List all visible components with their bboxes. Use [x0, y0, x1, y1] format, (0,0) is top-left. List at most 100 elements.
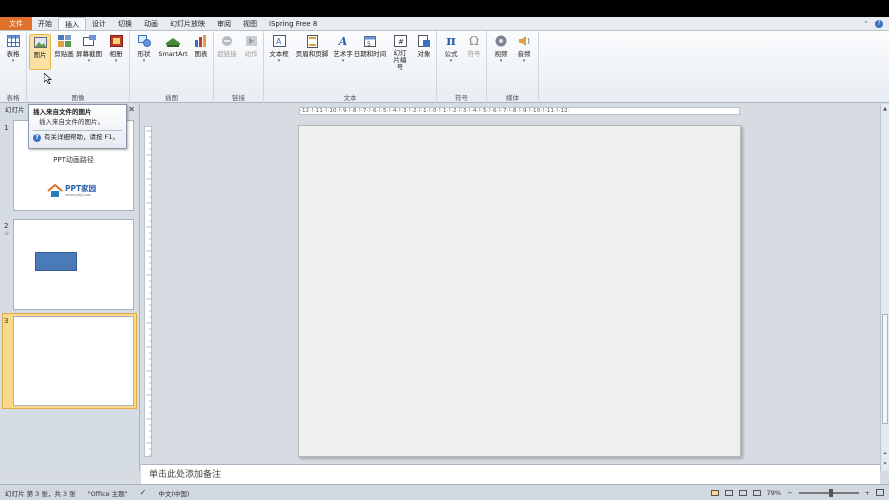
slide-title-text: PPT动画路径: [53, 156, 94, 164]
zoom-slider[interactable]: [798, 488, 859, 497]
ribbon-tabs: 文件 开始 插入 设计 切换 动画 幻灯片放映 审阅 视图 iSpring Fr…: [0, 17, 889, 31]
fit-slide-icon[interactable]: [876, 489, 884, 496]
slideshow-icon[interactable]: [752, 489, 761, 496]
header-footer-button[interactable]: 页眉和页脚: [294, 34, 330, 58]
video-icon: [494, 34, 508, 48]
logo-text: PPT家园: [65, 184, 97, 193]
ribbon: 表格 ▾ 表格 图片 剪贴画 屏幕截图 ▾ 相册 ▾ 图像 形状 ▾ Smart…: [0, 31, 889, 103]
slide-thumbnail-2[interactable]: [13, 219, 134, 310]
tooltip-divider: [33, 130, 122, 131]
audio-icon: [517, 34, 531, 48]
house-logo-icon: [47, 184, 63, 197]
notes-placeholder: 单击此处添加备注: [149, 470, 222, 480]
tab-home[interactable]: 开始: [32, 17, 58, 30]
action-button[interactable]: 动作: [240, 34, 262, 58]
scroll-up-icon[interactable]: ▲: [881, 106, 889, 112]
slide-number-icon: #: [393, 34, 407, 48]
notes-pane[interactable]: 单击此处添加备注: [141, 464, 880, 484]
minimize-ribbon-icon[interactable]: ⌃: [863, 20, 869, 28]
theme-status: "Office 主题": [87, 489, 128, 498]
audio-button[interactable]: 音频 ▾: [513, 34, 535, 64]
slide-number: 2: [4, 222, 9, 230]
spellcheck-icon[interactable]: ✓: [140, 488, 147, 497]
screenshot-icon: [82, 34, 96, 48]
zoom-out-icon[interactable]: −: [787, 489, 792, 497]
normal-view-icon[interactable]: [710, 489, 719, 496]
zoom-in-icon[interactable]: +: [865, 489, 870, 497]
textbox-button[interactable]: A 文本框 ▾: [267, 34, 291, 64]
status-bar: 幻灯片 第 3 张，共 3 张 "Office 主题" ✓ 中文(中国) 79%…: [0, 484, 889, 500]
clipart-button[interactable]: 剪贴画: [53, 34, 75, 58]
tooltip: 插入来自文件的图片 插入来自文件的图片。 ? 有关详细帮助，请按 F1。: [28, 104, 127, 149]
tooltip-title: 插入来自文件的图片: [33, 108, 92, 116]
slide-thumbnail-3[interactable]: [13, 316, 134, 406]
tooltip-description: 插入来自文件的图片。: [39, 118, 104, 126]
dropdown-icon: ▾: [449, 58, 453, 64]
symbol-button[interactable]: Ω 符号: [463, 34, 485, 58]
slide-canvas[interactable]: [298, 125, 741, 457]
tab-insert[interactable]: 插入: [58, 17, 86, 30]
tab-ispring[interactable]: iSpring Free 8: [263, 17, 323, 30]
dropdown-icon: ▾: [277, 58, 281, 64]
tab-transitions[interactable]: 切换: [112, 17, 138, 30]
album-button[interactable]: 相册 ▾: [105, 34, 127, 64]
tab-animations[interactable]: 动画: [138, 17, 164, 30]
zoom-level[interactable]: 79%: [767, 489, 781, 497]
slides-panel-title: 幻灯片: [5, 106, 25, 114]
shapes-icon: [137, 34, 151, 48]
group-text: A 文本框 ▾ 页眉和页脚 A 艺术字 ▾ 5 日期和时间 # 幻灯片编号 对象…: [264, 31, 437, 103]
tab-review[interactable]: 审阅: [211, 17, 237, 30]
picture-icon: [33, 35, 47, 49]
group-links: 超链接 动作 链接: [214, 31, 264, 103]
object-button[interactable]: 对象: [413, 34, 435, 58]
group-illustrations: 形状 ▾ SmartArt 图表 插图: [130, 31, 214, 103]
group-tables: 表格 ▾ 表格: [0, 31, 27, 103]
rectangle-shape: [35, 252, 77, 271]
wordart-button[interactable]: A 艺术字 ▾: [331, 34, 355, 65]
vertical-scrollbar[interactable]: ▲ ⏶ ⏷: [880, 104, 889, 471]
wordart-icon: A: [338, 34, 348, 48]
album-icon: [109, 34, 123, 48]
shapes-button[interactable]: 形状 ▾: [133, 34, 155, 64]
prev-slide-icon[interactable]: ⏶: [881, 451, 889, 457]
datetime-button[interactable]: 5 日期和时间: [353, 34, 387, 58]
next-slide-icon[interactable]: ⏷: [881, 461, 889, 467]
chart-button[interactable]: 图表: [190, 34, 212, 58]
chart-icon: [194, 34, 208, 48]
dropdown-icon: ▾: [142, 58, 146, 64]
group-symbols: π 公式 ▾ Ω 符号 符号: [437, 31, 487, 103]
tab-design[interactable]: 设计: [86, 17, 112, 30]
slide-count-status: 幻灯片 第 3 张，共 3 张: [5, 489, 76, 498]
slide-number: 3: [4, 317, 9, 325]
close-icon[interactable]: ✕: [128, 104, 135, 116]
header-footer-icon: [305, 34, 319, 48]
tab-view[interactable]: 视图: [237, 17, 263, 30]
svg-text:5: 5: [367, 41, 371, 47]
help-icon[interactable]: ?: [875, 19, 883, 28]
equation-button[interactable]: π 公式 ▾: [440, 34, 462, 65]
textbox-icon: A: [272, 34, 286, 48]
tab-file[interactable]: 文件: [0, 17, 32, 30]
hyperlink-icon: [220, 34, 234, 48]
hyperlink-button[interactable]: 超链接: [216, 34, 238, 58]
svg-text:#: #: [398, 38, 404, 46]
video-button[interactable]: 视频 ▾: [490, 34, 512, 64]
dropdown-icon: ▾: [114, 58, 118, 64]
dropdown-icon: ▾: [341, 58, 345, 64]
reading-view-icon[interactable]: [738, 489, 747, 496]
datetime-icon: 5: [363, 34, 377, 48]
slide-number-button[interactable]: # 幻灯片编号: [389, 34, 411, 71]
scroll-thumb[interactable]: [882, 314, 888, 424]
table-button[interactable]: 表格 ▾: [2, 34, 24, 64]
language-status[interactable]: 中文(中国): [158, 488, 189, 498]
action-icon: [244, 34, 258, 48]
svg-text:A: A: [276, 37, 282, 46]
dropdown-icon: ▾: [499, 58, 503, 64]
screenshot-button[interactable]: 屏幕截图 ▾: [76, 34, 102, 64]
object-icon: [417, 34, 431, 48]
picture-button[interactable]: 图片: [29, 34, 51, 70]
tab-slideshow[interactable]: 幻灯片放映: [164, 17, 211, 30]
slide-sorter-icon[interactable]: [724, 489, 733, 496]
tooltip-help: ? 有关详细帮助，请按 F1。: [33, 133, 122, 142]
smartart-button[interactable]: SmartArt: [158, 34, 188, 58]
